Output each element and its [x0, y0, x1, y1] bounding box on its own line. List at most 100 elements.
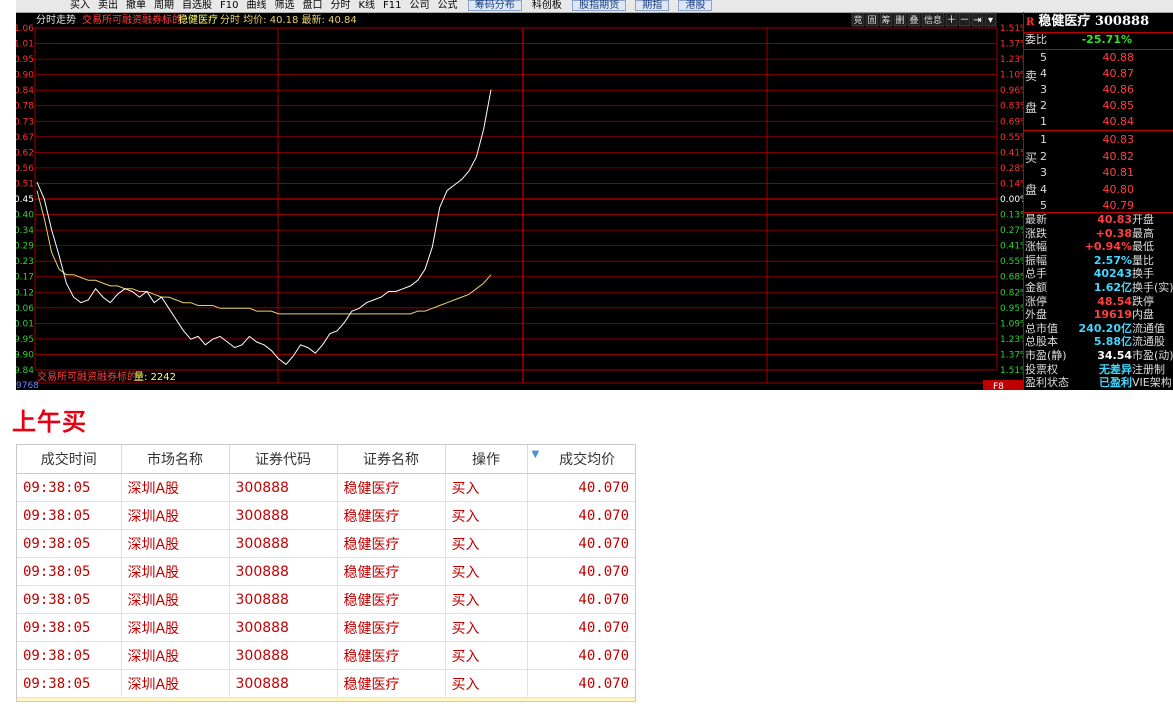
- order-book-row[interactable]: 5 40.79: [1024, 199, 1173, 213]
- table-row[interactable]: 09:38:05 深圳A股 300888 稳健医疗 买入 40.070: [17, 585, 635, 614]
- stat-row: 投票权 无差异 注册制: [1024, 363, 1173, 377]
- stat-row: 涨跌 +0.38 最高: [1024, 227, 1173, 241]
- stat-right-label: 换手(实): [1132, 281, 1173, 294]
- right-percent-tick: 0.83%: [1000, 102, 1023, 112]
- table-row[interactable]: 09:38:05 深圳A股 300888 稳健医疗 买入 40.070: [17, 529, 635, 558]
- order-book-row[interactable]: 4 40.80: [1024, 183, 1173, 197]
- stat-row: 最新 40.83 开盘: [1024, 213, 1173, 227]
- table-cell: 09:38:05: [17, 613, 122, 642]
- order-book-row[interactable]: 3 40.86: [1024, 83, 1173, 97]
- stat-value: 无差异: [1099, 362, 1132, 376]
- stat-value: +0.94%: [1084, 240, 1132, 254]
- order-book-row[interactable]: 1 40.83: [1024, 133, 1173, 147]
- table-row[interactable]: 09:38:05 深圳A股 300888 稳健医疗 买入 40.070: [17, 669, 635, 698]
- stat-right-label: VIE架构: [1132, 376, 1172, 390]
- zoom-out-icon-glyph: －: [960, 15, 970, 26]
- stat-value: 19619: [1093, 308, 1132, 322]
- stat-row: 涨幅 +0.94% 最低: [1024, 240, 1173, 254]
- table-row[interactable]: 09:38:05 深圳A股 300888 稳健医疗 买入 40.070: [17, 641, 635, 670]
- stat-row: 盈利状态 已盈利 VIE架构: [1024, 376, 1173, 390]
- left-price-tick: 40.62: [16, 148, 34, 158]
- table-row[interactable]: 09:38:05 深圳A股 300888 稳健医疗 买入 40.070: [17, 473, 635, 502]
- order-book-row[interactable]: 2 40.85: [1024, 99, 1173, 113]
- stat-right-label: 最高: [1132, 226, 1154, 240]
- order-price: 40.86: [1102, 83, 1135, 96]
- order-book-row[interactable]: 1 40.84: [1024, 115, 1173, 129]
- table-cell: 稳健医疗: [337, 613, 446, 642]
- left-price-tick: 40.90: [16, 71, 34, 81]
- table-cell: 深圳A股: [121, 585, 230, 614]
- table-cell: 深圳A股: [121, 473, 230, 502]
- order-level: 1: [1040, 133, 1047, 146]
- stat-right-label: 换手: [1132, 267, 1154, 281]
- left-price-tick: 40.40: [16, 211, 34, 221]
- order-price: 40.85: [1102, 99, 1135, 112]
- right-percent-tick: 0.69%: [1000, 117, 1023, 127]
- stat-row: 涨停 48.54 跌停: [1024, 295, 1173, 309]
- order-level: 2: [1040, 99, 1047, 112]
- stat-label: 投票权: [1025, 362, 1058, 376]
- intraday-chart[interactable]: 分时走势 交易所可融资融券标的 稳健医疗 分时 均价: 40.18 最新: 40…: [16, 0, 1023, 390]
- quote-stock-title: 稳健医疗 300888: [1038, 14, 1150, 29]
- order-book-row[interactable]: 5 40.88: [1024, 51, 1173, 65]
- table-cell: 09:38:05: [17, 585, 122, 614]
- table-row[interactable]: 09:38:05 深圳A股 300888 稳健医疗 买入 40.070: [17, 557, 635, 586]
- chart-exchange-note: 交易所可融资融券标的: [82, 13, 182, 26]
- table-cell: 40.070: [527, 473, 635, 502]
- right-percent-tick: 0.13%: [1000, 211, 1023, 221]
- chart-tool-label: 竞: [853, 14, 862, 26]
- right-percent-tick: 0.55%: [1000, 133, 1023, 143]
- stat-label: 涨跌: [1025, 226, 1047, 240]
- left-price-tick: 41.01: [16, 40, 34, 50]
- stat-label: 市盈(静): [1025, 349, 1067, 362]
- order-price: 40.82: [1102, 149, 1135, 163]
- stat-right-label: 流通股: [1132, 335, 1165, 349]
- table-cell: 稳健医疗: [337, 473, 446, 502]
- table-cell: 300888: [229, 613, 338, 642]
- order-book-row[interactable]: 3 40.81: [1024, 166, 1173, 180]
- table-cell: 300888: [229, 669, 338, 698]
- order-book-row[interactable]: 4 40.87: [1024, 67, 1173, 81]
- stat-right-label: 开盘: [1132, 213, 1154, 226]
- left-price-tick: 39.90: [16, 350, 34, 360]
- right-percent-tick: 0.41%: [1000, 242, 1023, 252]
- table-cell: 深圳A股: [121, 529, 230, 558]
- stat-value: 48.54: [1097, 294, 1132, 308]
- order-book-row[interactable]: 2 40.82: [1024, 150, 1173, 164]
- left-price-tick: 39.95: [16, 335, 34, 345]
- average-price-line: [36, 190, 492, 315]
- stat-label: 外盘: [1025, 308, 1047, 322]
- column-header[interactable]: 证券代码: [229, 445, 338, 474]
- table-cell: 300888: [229, 557, 338, 586]
- table-cell: 深圳A股: [121, 613, 230, 642]
- table-row[interactable]: 09:38:05 深圳A股 300888 稳健医疗 买入 40.070: [17, 501, 635, 530]
- column-header[interactable]: ▼ 成交均价: [527, 445, 635, 474]
- column-header-label: 成交时间: [40, 452, 97, 468]
- stat-value: 240.20亿: [1078, 321, 1132, 335]
- column-header[interactable]: 操作: [445, 445, 528, 474]
- right-percent-tick: 0.96%: [1000, 86, 1023, 96]
- table-cell: 300888: [229, 641, 338, 670]
- trade-records-table: 成交时间 市场名称 证券代码 证券名称 操作 ▼ 成交均价 09:38:05 深圳A股 3008…: [16, 444, 636, 702]
- table-cell: 稳健医疗: [337, 529, 446, 558]
- left-price-tick: 41.06: [16, 24, 34, 34]
- left-price-tick: 40.23: [16, 257, 34, 267]
- column-header[interactable]: 证券名称: [337, 445, 446, 474]
- quote-panel: R 稳健医疗 300888 委比 -25.71% 5 40.88 4 40.87 3 40.…: [1023, 12, 1173, 390]
- table-row[interactable]: 09:38:05 深圳A股 300888 稳健医疗 买入 40.070: [17, 613, 635, 642]
- table-header-row: 成交时间 市场名称 证券代码 证券名称 操作 ▼ 成交均价: [17, 445, 635, 474]
- sort-desc-icon[interactable]: ▼: [532, 449, 540, 460]
- table-cell: 买入: [445, 501, 528, 530]
- stat-label: 总市值: [1025, 321, 1058, 335]
- column-header[interactable]: 成交时间: [17, 445, 122, 474]
- stat-label: 盈利状态: [1025, 376, 1069, 390]
- stat-row: 市盈(静) 34.54 市盈(动): [1024, 349, 1173, 363]
- column-header[interactable]: 市场名称: [121, 445, 230, 474]
- left-price-tick: 40.45: [16, 195, 34, 205]
- table-cell: 稳健医疗: [337, 641, 446, 670]
- chart-summary: 分时 均价: 40.18 最新: 40.84: [220, 13, 357, 26]
- table-cell: 09:38:05: [17, 529, 122, 558]
- table-cell: 300888: [229, 585, 338, 614]
- stat-label: 总股本: [1025, 335, 1058, 349]
- chart-tool-label: 叠: [909, 15, 918, 26]
